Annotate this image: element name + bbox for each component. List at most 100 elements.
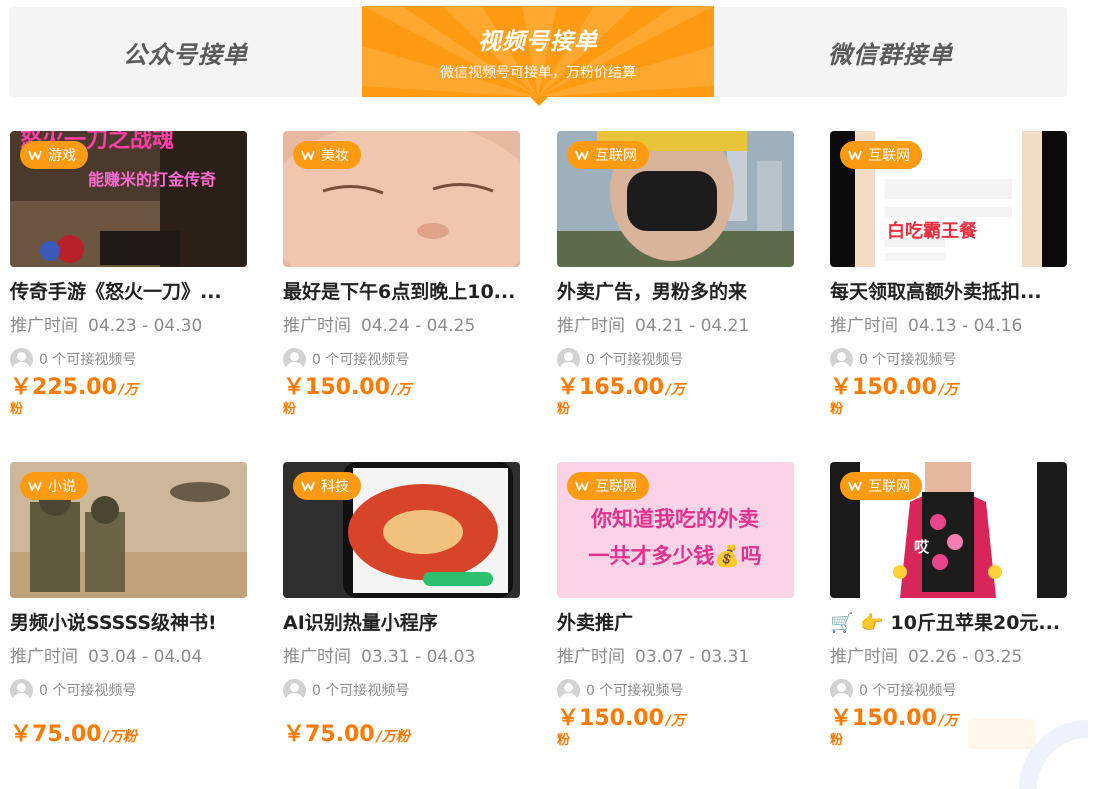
order-card[interactable]: 科技 AI识别热量小程序 推广时间 03.31 - 04.03 0 个可接视频号 … [283, 462, 520, 748]
price-amount: 150.00 [579, 706, 664, 731]
channel-tab-bar: 公众号接单 视频号接单 微信视频号可接单，万粉价结算 微信群接单 [9, 6, 1067, 106]
price-unit-suffix: 粉 [283, 402, 297, 417]
promo-period: 推广时间 04.23 - 04.30 [10, 314, 247, 338]
currency-symbol: ￥ [557, 706, 580, 731]
active-tab-pointer [530, 97, 548, 106]
price-amount: 150.00 [852, 706, 937, 731]
tab-wechat-group-orders[interactable]: 微信群接单 [714, 7, 1067, 97]
order-card[interactable]: 小说 男频小说SSSSS级神书! 推广时间 03.04 - 04.04 0 个可接… [10, 462, 247, 748]
price-unit: /万 [665, 713, 686, 729]
category-tag-label: 美妆 [321, 148, 349, 164]
promo-period-value: 02.26 - 03.25 [908, 647, 1023, 667]
category-tag-label: 科技 [321, 479, 349, 495]
price-amount: 75.00 [305, 722, 375, 747]
card-thumbnail[interactable]: 科技 [283, 462, 520, 598]
price: ￥75.00/万粉 [283, 716, 520, 748]
card-thumbnail[interactable]: 小说 [10, 462, 247, 598]
promo-period-label: 推广时间 [10, 647, 78, 667]
category-tag: 互联网 [567, 472, 649, 500]
available-accounts-text: 0 个可接视频号 [312, 683, 410, 699]
avatar-icon [830, 347, 853, 371]
promo-period-label: 推广时间 [830, 647, 898, 667]
promo-period: 推广时间 04.21 - 04.21 [557, 314, 794, 338]
price: ￥75.00/万粉 [10, 716, 247, 748]
available-accounts-text: 0 个可接视频号 [586, 352, 684, 368]
promo-period-label: 推广时间 [557, 647, 625, 667]
avatar-icon [830, 678, 853, 702]
price-amount: 225.00 [32, 375, 117, 400]
category-tag: 小说 [20, 472, 88, 500]
price: ￥225.00/万粉 [10, 377, 150, 419]
available-accounts-text: 0 个可接视频号 [312, 352, 410, 368]
promo-period-label: 推广时间 [10, 316, 78, 336]
category-tag-label: 互联网 [868, 479, 910, 495]
thumb-text: 哎 [914, 538, 930, 556]
available-accounts: 0 个可接视频号 [557, 678, 794, 702]
card-title[interactable]: 🛒 👉 10斤丑苹果20元... [830, 610, 1067, 636]
card-thumbnail[interactable]: 怒火一刀之战魂 能赚米的打金传奇 游戏 [10, 131, 247, 267]
video-channel-icon [301, 481, 315, 491]
price-unit: /万 [118, 382, 139, 398]
order-card[interactable]: 怒火一刀之战魂 能赚米的打金传奇 游戏 传奇手游《怒火一刀》... 推广时间 04… [10, 131, 247, 419]
card-thumbnail[interactable]: 哎 互联网 [830, 462, 1067, 598]
card-thumbnail[interactable]: 白吃霸王餐 互联网 [830, 131, 1067, 267]
decorative-background-shape [968, 719, 1088, 789]
available-accounts: 0 个可接视频号 [10, 678, 247, 702]
thumb-text: 一共才多少钱💰吗 [588, 543, 761, 569]
price-unit: /万 [665, 382, 686, 398]
card-thumbnail[interactable]: 你知道我吃的外卖 一共才多少钱💰吗 互联网 [557, 462, 794, 598]
tab-video-account-orders[interactable]: 视频号接单 微信视频号可接单，万粉价结算 [362, 6, 714, 106]
promo-period-value: 04.13 - 04.16 [908, 316, 1023, 336]
promo-period-value: 03.07 - 03.31 [635, 647, 750, 667]
avatar-icon [557, 347, 580, 371]
card-title[interactable]: 最好是下午6点到晚上10... [283, 279, 520, 305]
order-card[interactable]: 你知道我吃的外卖 一共才多少钱💰吗 互联网 外卖推广 推广时间 03.07 - 0… [557, 462, 794, 750]
promo-period-value: 03.04 - 04.04 [88, 647, 203, 667]
card-title[interactable]: 外卖推广 [557, 610, 794, 636]
category-tag-label: 互联网 [868, 148, 910, 164]
promo-period-label: 推广时间 [830, 316, 898, 336]
price-unit: /万粉 [376, 729, 410, 745]
available-accounts: 0 个可接视频号 [283, 347, 520, 371]
card-title[interactable]: 外卖广告，男粉多的来 [557, 279, 794, 305]
available-accounts-text: 0 个可接视频号 [586, 683, 684, 699]
avatar-icon [10, 678, 33, 702]
avatar-icon [283, 347, 306, 371]
price-unit-suffix: 粉 [830, 402, 844, 417]
card-title[interactable]: 男频小说SSSSS级神书! [10, 610, 247, 636]
card-title[interactable]: 传奇手游《怒火一刀》... [10, 279, 247, 305]
promo-period: 推广时间 04.24 - 04.25 [283, 314, 520, 338]
currency-symbol: ￥ [557, 375, 580, 400]
video-channel-icon [575, 150, 589, 160]
card-thumbnail[interactable]: 美妆 [283, 131, 520, 267]
thumb-text: 能赚米的打金传奇 [88, 170, 216, 189]
category-tag: 互联网 [840, 472, 922, 500]
price-unit: /万 [391, 382, 412, 398]
order-card[interactable]: 互联网 外卖广告，男粉多的来 推广时间 04.21 - 04.21 0 个可接视频… [557, 131, 794, 419]
promo-period-label: 推广时间 [557, 316, 625, 336]
video-channel-icon [28, 481, 42, 491]
price-unit-suffix: 粉 [830, 733, 844, 748]
video-channel-icon [848, 150, 862, 160]
tab-official-account-orders[interactable]: 公众号接单 [9, 7, 362, 97]
available-accounts-text: 0 个可接视频号 [859, 683, 957, 699]
tab-subtitle: 微信视频号可接单，万粉价结算 [440, 64, 636, 81]
available-accounts: 0 个可接视频号 [283, 678, 520, 702]
avatar-icon [557, 678, 580, 702]
currency-symbol: ￥ [10, 375, 33, 400]
category-tag-label: 小说 [48, 479, 76, 495]
card-title[interactable]: AI识别热量小程序 [283, 610, 520, 636]
promo-period-label: 推广时间 [283, 647, 351, 667]
category-tag: 科技 [293, 472, 361, 500]
price-amount: 165.00 [579, 375, 664, 400]
order-card[interactable]: 美妆 最好是下午6点到晚上10... 推广时间 04.24 - 04.25 0 个… [283, 131, 520, 419]
price-amount: 150.00 [852, 375, 937, 400]
avatar-icon [283, 678, 306, 702]
card-title[interactable]: 每天领取高额外卖抵扣... [830, 279, 1067, 305]
promo-period-value: 04.21 - 04.21 [635, 316, 750, 336]
order-card[interactable]: 白吃霸王餐 互联网 每天领取高额外卖抵扣... 推广时间 04.13 - 04.1… [830, 131, 1067, 419]
price: ￥150.00/万粉 [830, 708, 970, 750]
category-tag-label: 互联网 [595, 148, 637, 164]
thumb-text: 你知道我吃的外卖 [590, 507, 759, 531]
card-thumbnail[interactable]: 互联网 [557, 131, 794, 267]
